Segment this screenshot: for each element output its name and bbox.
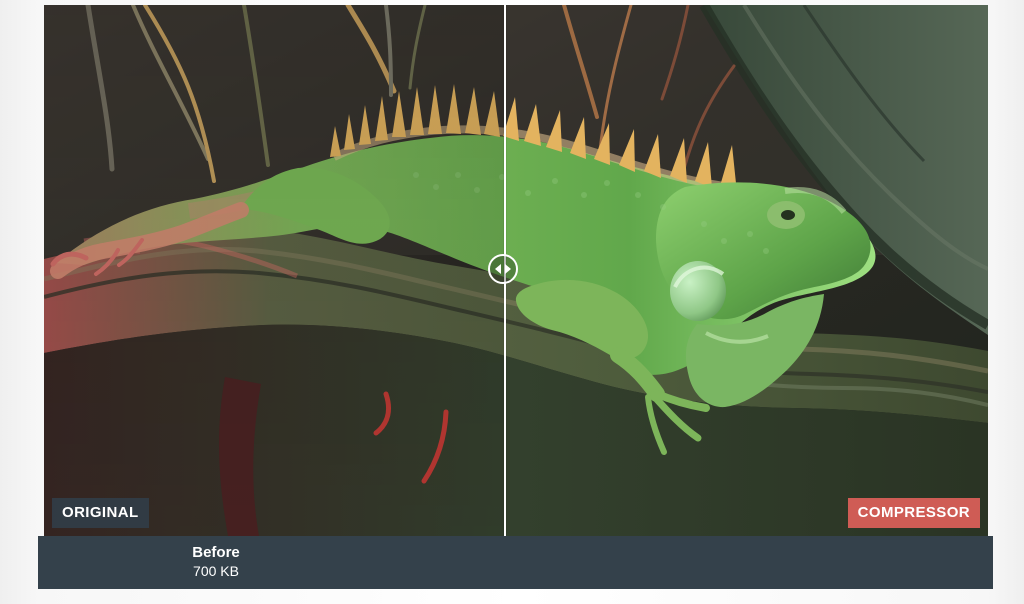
comparison-info-bar: Before 700 KB <box>38 536 993 589</box>
image-compare-page: ORIGINAL COMPRESSOR Before 700 KB <box>0 0 1024 604</box>
before-size: 700 KB <box>193 563 239 579</box>
image-compare-viewer[interactable]: ORIGINAL COMPRESSOR <box>44 5 988 536</box>
compare-slider-handle[interactable] <box>488 254 518 284</box>
compressor-label: COMPRESSOR <box>847 498 980 528</box>
left-right-arrows-icon <box>495 264 511 274</box>
before-title: Before <box>192 544 240 561</box>
before-info: Before 700 KB <box>188 544 244 580</box>
original-label: ORIGINAL <box>52 498 149 528</box>
